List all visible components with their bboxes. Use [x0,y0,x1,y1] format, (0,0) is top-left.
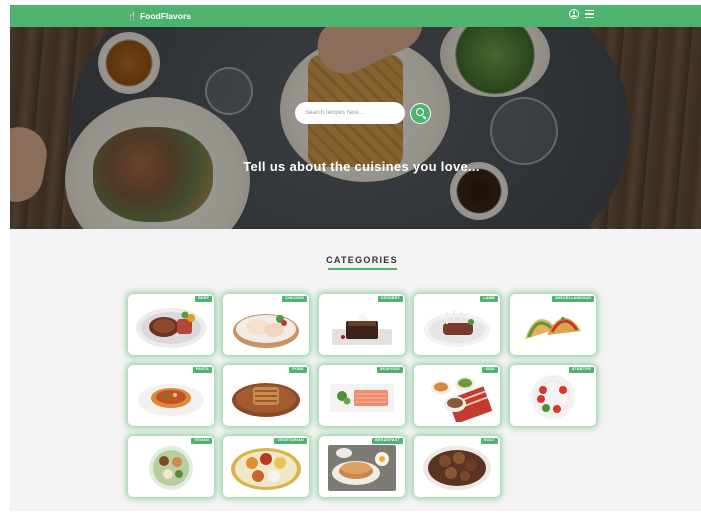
hero-tagline: Tell us about the cuisines you love... [243,159,480,174]
category-label: BREAKFAST [371,438,403,445]
search-bar [295,102,431,124]
dessert-dish-image [332,313,392,345]
category-card-breakfast[interactable]: BREAKFAST [319,436,405,497]
pasta-dish-image [138,383,204,416]
category-card-vegan[interactable]: VEGAN [128,436,214,497]
category-label: BEEF [195,296,212,303]
category-card-pork[interactable]: PORK [223,365,309,426]
nav-icons [569,9,594,19]
vegetarian-dish-image [231,447,301,490]
categories-title: CATEGORIES [326,255,398,265]
lamb-dish-image [424,309,490,347]
navbar: 🍴 FoodFlavors [10,5,701,27]
starter-dish-image [531,374,575,419]
brand-logo[interactable]: 🍴 FoodFlavors [127,9,191,23]
search-button[interactable] [410,102,431,124]
category-label: LAMB [480,296,498,303]
seafood-dish-image [330,383,394,412]
hero-overlay [10,27,701,229]
utensils-icon: 🍴 [127,11,137,21]
side-dish-image [431,376,493,422]
category-card-miscellaneous[interactable]: MISCELLANEOUS [510,294,596,355]
breakfast-dish-image [328,444,396,491]
category-card-vegetarian[interactable]: VEGETARIAN [223,436,309,497]
category-card-seafood[interactable]: SEAFOOD [319,365,405,426]
category-card-starter[interactable]: STARTER [510,365,596,426]
category-label: VEGAN [191,438,212,445]
category-label: PASTA [192,367,212,374]
category-card-side[interactable]: SIDE [414,365,500,426]
category-label: SEAFOOD [376,367,403,374]
category-label: GOAT [480,438,498,445]
category-card-lamb[interactable]: LAMB [414,294,500,355]
category-card-beef[interactable]: BEEF [128,294,214,355]
chicken-dish-image [233,313,299,348]
categories-underline [328,268,397,270]
goat-dish-image [423,445,491,490]
category-label: SIDE [482,367,498,374]
search-input[interactable] [295,102,405,124]
user-circle-icon[interactable] [569,9,579,19]
hero-banner: Tell us about the cuisines you love... [10,27,701,229]
category-card-dessert[interactable]: DESSERT [319,294,405,355]
brand-name: FoodFlavors [139,11,191,21]
category-label: MISCELLANEOUS [552,296,594,303]
beef-dish-image [136,307,206,348]
hamburger-menu-icon[interactable] [585,10,594,18]
category-card-chicken[interactable]: CHICKEN [223,294,309,355]
page-frame: 🍴 FoodFlavors Tell us about the cuisines… [10,5,701,511]
category-card-goat[interactable]: GOAT [414,436,500,497]
category-label: PORK [289,367,307,374]
pork-dish-image [232,382,300,417]
category-label: DESSERT [377,296,403,303]
category-label: STARTER [568,367,594,374]
category-label: VEGETARIAN [274,438,307,445]
category-label: CHICKEN [282,296,307,303]
vegan-dish-image [149,445,193,490]
category-card-pasta[interactable]: PASTA [128,365,214,426]
tacos-dish-image [525,316,581,339]
